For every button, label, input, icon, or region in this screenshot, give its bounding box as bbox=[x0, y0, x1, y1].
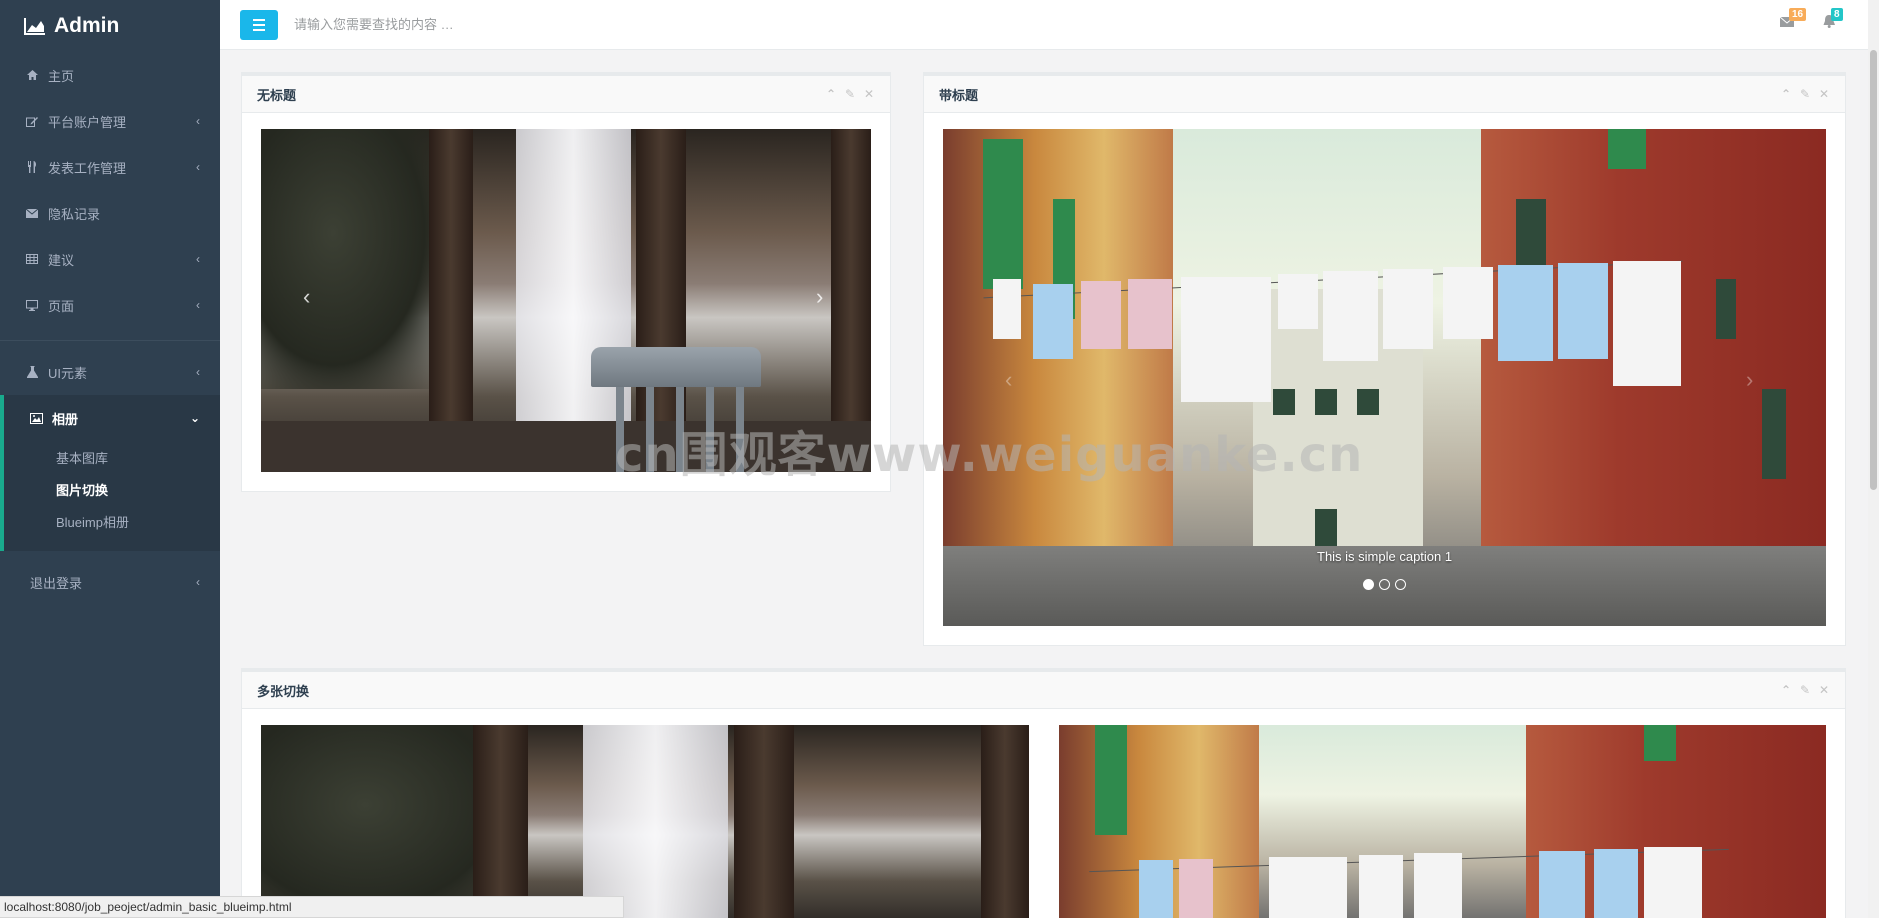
sidebar-item-job-posting[interactable]: 发表工作管理 ‹ bbox=[0, 144, 220, 190]
top-navbar: 16 8 bbox=[220, 0, 1868, 50]
sidebar-item-album-header[interactable]: 相册 ⌄ bbox=[4, 395, 220, 441]
panel-with-caption: 带标题 ⌃ ✎ ✕ ‹ › This is simple caption 1 bbox=[923, 72, 1846, 646]
bell-count-badge: 8 bbox=[1831, 8, 1843, 21]
table-icon bbox=[24, 254, 40, 264]
close-icon[interactable]: ✕ bbox=[1818, 683, 1830, 697]
close-icon[interactable]: ✕ bbox=[1818, 87, 1830, 101]
carousel-indicator-2[interactable] bbox=[1379, 579, 1390, 590]
panel-title: 带标题 bbox=[939, 87, 979, 103]
carousel-image bbox=[1059, 725, 1826, 918]
sidebar-item-album: 相册 ⌄ 基本图库 图片切换 Blueimp相册 bbox=[0, 395, 220, 551]
mail-notification[interactable]: 16 bbox=[1779, 8, 1807, 30]
panel-header: 无标题 ⌃ ✎ ✕ bbox=[242, 73, 890, 113]
brand-text: Admin bbox=[54, 14, 120, 37]
chevron-left-icon: ‹ bbox=[196, 575, 200, 589]
collapse-icon[interactable]: ⌃ bbox=[1780, 683, 1792, 697]
picture-icon bbox=[28, 412, 44, 424]
chevron-left-icon: ‹ bbox=[196, 114, 200, 128]
carousel-caption: This is simple caption 1 bbox=[1317, 549, 1453, 564]
sidebar-item-label: 发表工作管理 bbox=[48, 160, 127, 176]
collapse-icon[interactable]: ⌃ bbox=[1780, 87, 1792, 101]
submenu-item-basic-gallery[interactable]: 基本图库 bbox=[4, 441, 220, 473]
watermark-text: cn围观客www.weiguanke.cn bbox=[615, 427, 1364, 483]
browser-status-bar: localhost:8080/job_peoject/admin_basic_b… bbox=[0, 896, 624, 918]
bell-notification[interactable]: 8 bbox=[1822, 8, 1843, 30]
wrench-icon[interactable]: ✎ bbox=[1799, 683, 1811, 697]
sidebar-item-label: 相册 bbox=[52, 411, 79, 427]
sidebar-divider bbox=[0, 340, 220, 341]
chevron-down-icon: ⌄ bbox=[189, 411, 200, 425]
panel-tools: ⌃ ✎ ✕ bbox=[825, 87, 875, 101]
sidebar-item-label: 隐私记录 bbox=[48, 206, 101, 222]
sidebar-item-pages[interactable]: 页面 ‹ bbox=[0, 282, 220, 328]
carousel-image bbox=[261, 725, 1029, 918]
chevron-left-icon: ‹ bbox=[196, 252, 200, 266]
carousel-indicators bbox=[1363, 579, 1406, 590]
carousel-prev-button[interactable]: ‹ bbox=[303, 284, 310, 310]
sidebar-item-label: 退出登录 bbox=[30, 575, 83, 591]
panel-tools: ⌃ ✎ ✕ bbox=[1780, 87, 1830, 101]
carousel-next-button[interactable]: › bbox=[816, 284, 823, 310]
chevron-left-icon: ‹ bbox=[196, 298, 200, 312]
carousel-image: ‹ › This is simple caption 1 bbox=[943, 129, 1826, 626]
sidebar-item-label: UI元素 bbox=[48, 365, 88, 381]
edit-icon bbox=[24, 116, 40, 127]
hamburger-icon bbox=[253, 18, 265, 21]
carousel-prev-button[interactable]: ‹ bbox=[1005, 367, 1012, 393]
cutlery-icon bbox=[24, 161, 40, 173]
area-chart-icon bbox=[24, 18, 45, 35]
page-scrollbar[interactable] bbox=[1868, 0, 1879, 918]
sidebar-item-label: 平台账户管理 bbox=[48, 114, 127, 130]
sidebar-item-suggestions[interactable]: 建议 ‹ bbox=[0, 236, 220, 282]
wrench-icon[interactable]: ✎ bbox=[844, 87, 856, 101]
home-icon bbox=[24, 70, 40, 80]
carousel-indicator-3[interactable] bbox=[1395, 579, 1406, 590]
panel-tools: ⌃ ✎ ✕ bbox=[1780, 683, 1830, 697]
panel-header: 带标题 ⌃ ✎ ✕ bbox=[924, 73, 1845, 113]
mail-count-badge: 16 bbox=[1789, 8, 1807, 21]
collapse-icon[interactable]: ⌃ bbox=[825, 87, 837, 101]
brand-logo[interactable]: Admin bbox=[0, 0, 220, 52]
top-right-tools: 16 8 bbox=[1779, 8, 1843, 30]
scrollbar-thumb[interactable] bbox=[1870, 50, 1877, 490]
carousel-indicator-1[interactable] bbox=[1363, 579, 1374, 590]
sidebar-item-home[interactable]: 主页 bbox=[0, 52, 220, 98]
chevron-left-icon: ‹ bbox=[196, 365, 200, 379]
sidebar-toggle-button[interactable] bbox=[240, 9, 278, 40]
sidebar-item-ui-elements[interactable]: UI元素 ‹ bbox=[0, 349, 220, 395]
submenu-item-image-carousel[interactable]: 图片切换 bbox=[4, 473, 220, 505]
wrench-icon[interactable]: ✎ bbox=[1799, 87, 1811, 101]
sidebar-submenu: 基本图库 图片切换 Blueimp相册 bbox=[4, 441, 220, 551]
panel-multi-carousel: 多张切换 ⌃ ✎ ✕ bbox=[241, 668, 1846, 918]
sidebar-item-label: 建议 bbox=[48, 252, 75, 268]
close-icon[interactable]: ✕ bbox=[863, 87, 875, 101]
sidebar-item-label: 主页 bbox=[48, 68, 75, 84]
sidebar-item-label: 页面 bbox=[48, 298, 75, 314]
sidebar-item-logout[interactable]: 退出登录 ‹ bbox=[0, 559, 220, 605]
panel-header: 多张切换 ⌃ ✎ ✕ bbox=[242, 669, 1845, 709]
desktop-icon bbox=[24, 299, 40, 311]
sidebar-item-platform-accounts[interactable]: 平台账户管理 ‹ bbox=[0, 98, 220, 144]
sidebar-item-privacy-records[interactable]: 隐私记录 bbox=[0, 190, 220, 236]
panel-title: 无标题 bbox=[257, 87, 297, 103]
envelope-icon bbox=[24, 208, 40, 218]
search-input[interactable] bbox=[294, 9, 794, 40]
sidebar: Admin 主页 平台账户管理 ‹ 发表工作管理 ‹ 隐私记录 建议 ‹ 页面 … bbox=[0, 0, 220, 918]
flask-icon bbox=[24, 366, 40, 378]
submenu-item-blueimp-album[interactable]: Blueimp相册 bbox=[4, 505, 220, 537]
chevron-left-icon: ‹ bbox=[196, 160, 200, 174]
carousel-next-button[interactable]: › bbox=[1746, 367, 1753, 393]
panel-title: 多张切换 bbox=[257, 683, 310, 699]
